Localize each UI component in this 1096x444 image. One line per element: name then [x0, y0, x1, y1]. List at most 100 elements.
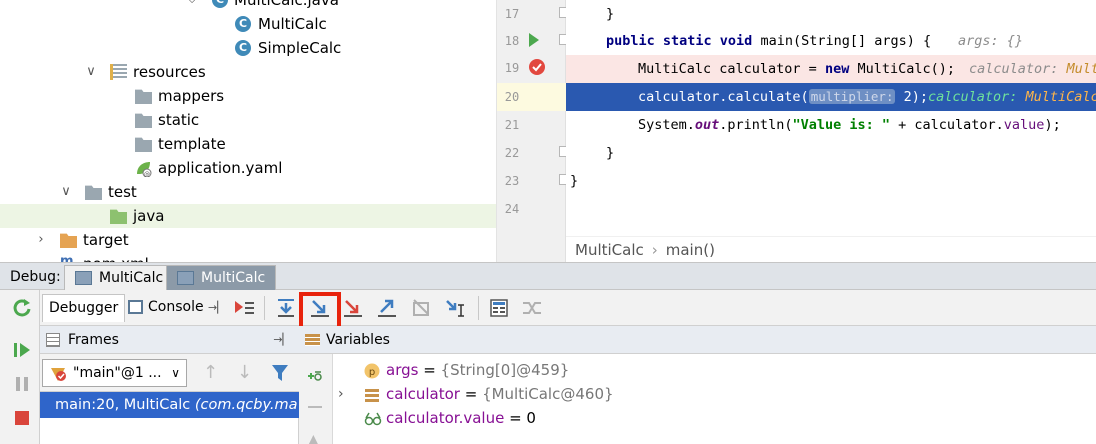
variables-side-toolbar: ▲	[299, 354, 333, 444]
folder-icon	[85, 185, 102, 200]
chevron-down-icon[interactable]: ∨	[84, 60, 98, 84]
folder-icon	[135, 113, 152, 128]
stop-icon[interactable]	[12, 408, 32, 428]
tree-item-application-yaml[interactable]: @ application.yaml	[0, 156, 496, 180]
force-step-into-button[interactable]	[342, 297, 364, 319]
excluded-folder-icon	[60, 233, 77, 248]
resume-program-icon[interactable]	[12, 340, 32, 360]
show-execution-point-button[interactable]	[233, 297, 255, 319]
toolbar-separator	[264, 296, 265, 320]
parameter-hint: multiplier:	[808, 89, 896, 104]
watch-icon	[364, 410, 382, 426]
thread-select[interactable]: "main"@1 ... ∨	[42, 359, 187, 387]
frames-title: Frames	[68, 332, 119, 348]
rerun-icon[interactable]	[12, 298, 32, 318]
variables-panel-header: Variables	[299, 326, 1096, 354]
tree-item-multicalc-java[interactable]: ⌵ C MultiCalc.java	[0, 0, 496, 12]
chevron-right-icon[interactable]: ›	[34, 228, 48, 252]
debug-session-tab-active[interactable]: MultiCalc	[166, 265, 277, 291]
line-number: 18	[504, 34, 520, 48]
trace-current-stream-button[interactable]	[521, 297, 543, 319]
breadcrumb: MultiCalc › main()	[566, 236, 1096, 262]
console-icon	[128, 300, 143, 314]
line-number: 17	[504, 7, 520, 21]
drop-frame-button[interactable]	[410, 297, 432, 319]
step-out-button[interactable]	[376, 297, 398, 319]
frames-controls: "main"@1 ... ∨ ↑ ↓	[40, 354, 299, 392]
folder-icon	[135, 89, 152, 104]
tree-item-static[interactable]: static	[0, 108, 496, 132]
frames-list: main:20, MultiCalc (com.qcby.ma	[40, 392, 299, 444]
debug-side-toolbar	[0, 290, 40, 444]
run-to-cursor-button[interactable]	[444, 297, 466, 319]
spring-yaml-icon: @	[135, 160, 152, 178]
pause-program-icon[interactable]	[12, 374, 32, 394]
evaluate-expression-button[interactable]	[488, 297, 510, 319]
debug-session-tab[interactable]: MultiCalc	[64, 265, 175, 291]
breadcrumb-class[interactable]: MultiCalc	[575, 241, 644, 259]
debugger-toolbar: Debugger Console →▏	[0, 290, 1096, 326]
variables-list: p args = {String[0]@459} › calculator = …	[334, 354, 1096, 444]
code-line-22: }	[606, 145, 615, 161]
chevron-down-icon[interactable]: ∨	[59, 180, 73, 204]
frames-icon	[46, 333, 60, 347]
variable-row[interactable]: calculator.value = 0	[334, 406, 1096, 430]
pin-arrow-icon[interactable]: →▏	[273, 326, 291, 354]
frame-item-selected[interactable]: main:20, MultiCalc (com.qcby.ma	[40, 392, 299, 418]
debug-session-icon	[177, 271, 194, 285]
line-number: 24	[504, 202, 520, 216]
variable-row[interactable]: p args = {String[0]@459}	[334, 358, 1096, 382]
variable-row[interactable]: › calculator = {MultiCalc@460}	[334, 382, 1096, 406]
folder-icon	[135, 137, 152, 152]
tree-item-pom[interactable]: m pom.xml	[0, 252, 496, 262]
toolbar-separator	[478, 296, 479, 320]
chevron-down-icon[interactable]: ⌵	[185, 0, 199, 12]
tab-console[interactable]: Console →▏	[124, 294, 232, 322]
pin-arrow-icon: →▏	[208, 301, 226, 314]
tree-item-target[interactable]: › target	[0, 228, 496, 252]
line-number: 20	[504, 90, 520, 104]
variables-icon	[305, 334, 320, 346]
step-over-button[interactable]	[275, 297, 297, 319]
frames-panel-header: Frames →▏	[40, 326, 299, 354]
code-line-20-execution-point: calculator.calculate(multiplier: 2); cal…	[566, 83, 1096, 111]
project-tree: ⌵ C MultiCalc.java C MultiCalc C SimpleC…	[0, 0, 497, 262]
field-icon	[364, 386, 380, 402]
breadcrumb-method[interactable]: main()	[666, 241, 715, 259]
tree-item-multicalc[interactable]: C MultiCalc	[0, 12, 496, 36]
tree-item-simplecalc[interactable]: C SimpleCalc	[0, 36, 496, 60]
code-line-17: }	[606, 6, 615, 22]
code-line-21: System.out.println("Value is: " + calcul…	[638, 117, 1061, 133]
svg-text:p: p	[369, 367, 375, 378]
tree-item-java[interactable]: java	[0, 204, 496, 228]
variables-title: Variables	[326, 332, 390, 348]
test-source-folder-icon	[110, 209, 127, 224]
line-number: 21	[504, 118, 520, 132]
arrow-down-icon[interactable]: ↓	[237, 362, 252, 383]
new-watch-icon[interactable]	[305, 364, 325, 384]
arrow-up-icon[interactable]: ▲	[308, 432, 319, 444]
debug-tab-bar: Debug: MultiCalc MultiCalc	[0, 262, 1096, 291]
chevron-right-icon[interactable]: ›	[338, 382, 344, 406]
code-editor[interactable]: } public static void main(String[] args)…	[566, 0, 1096, 236]
arrow-up-icon[interactable]: ↑	[203, 362, 218, 383]
code-line-19-breakpoint: MultiCalc calculator = new MultiCalc(); …	[566, 55, 1096, 83]
tree-item-template[interactable]: template	[0, 132, 496, 156]
tree-item-test[interactable]: ∨ test	[0, 180, 496, 204]
run-class-icon: C	[235, 16, 251, 32]
breakpoint-icon[interactable]	[528, 58, 546, 76]
tree-item-resources[interactable]: ∨ resources	[0, 60, 496, 84]
parameter-icon: p	[364, 362, 380, 379]
resources-folder-icon	[110, 64, 127, 80]
maven-icon: m	[60, 254, 74, 262]
line-number: 19	[504, 61, 520, 75]
tree-item-mappers[interactable]: mappers	[0, 84, 496, 108]
run-gutter-icon[interactable]	[528, 33, 540, 47]
chevron-down-icon: ∨	[171, 366, 180, 380]
remove-watch-icon[interactable]	[308, 406, 322, 408]
filter-icon[interactable]	[271, 364, 289, 382]
code-line-18: public static void main(String[] args) {…	[606, 33, 1024, 49]
tab-debugger[interactable]: Debugger	[42, 294, 126, 322]
line-number: 23	[504, 174, 520, 188]
svg-text:@: @	[144, 171, 150, 177]
